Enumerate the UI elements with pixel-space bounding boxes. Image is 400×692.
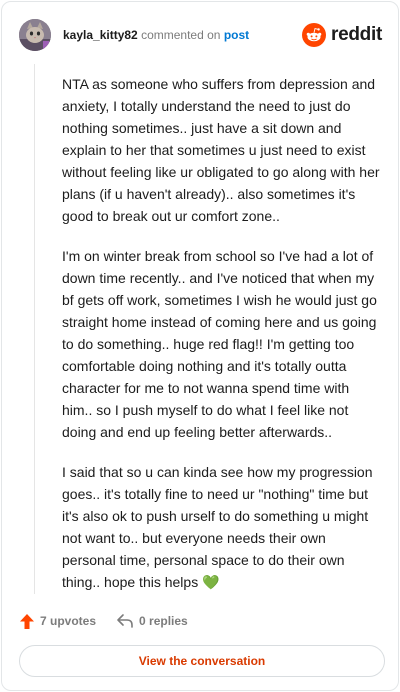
reddit-logo[interactable]: reddit (302, 22, 382, 48)
comment-actions: 7 upvotes 0 replies (19, 611, 188, 631)
comment-paragraph: NTA as someone who suffers from depressi… (62, 76, 380, 224)
reddit-wordmark: reddit (331, 24, 382, 45)
green-heart-emoji: 💚 (202, 574, 220, 590)
upvote-button[interactable]: 7 upvotes (19, 613, 96, 630)
upvote-arrow-icon (20, 613, 34, 629)
reddit-snoo-icon (302, 23, 327, 47)
comment-byline: kayla_kitty82 commented on post (63, 28, 249, 42)
username-link[interactable]: kayla_kitty82 (63, 28, 138, 42)
comment-card: kayla_kitty82 commented on post reddit N… (1, 1, 399, 691)
thread-line (34, 64, 35, 594)
view-conversation-button[interactable]: View the conversation (19, 645, 385, 677)
comment-paragraph: I'm on winter break from school so I've … (62, 248, 377, 440)
user-avatar[interactable] (19, 19, 51, 51)
reply-button[interactable]: 0 replies (116, 613, 188, 629)
cat-avatar-icon (19, 19, 51, 51)
comment-header: kayla_kitty82 commented on post reddit (19, 19, 382, 51)
comment-paragraph: I said that so u can kinda see how my pr… (62, 461, 380, 593)
byline-verb: commented on (141, 28, 221, 42)
upvote-count: 7 upvotes (40, 614, 97, 628)
reply-arrow-icon (117, 614, 133, 628)
reply-count: 0 replies (139, 614, 188, 628)
post-link[interactable]: post (224, 28, 249, 42)
comment-paragraph-text: I said that so u can kinda see how my pr… (62, 464, 373, 590)
comment-body: NTA as someone who suffers from depressi… (62, 73, 380, 611)
